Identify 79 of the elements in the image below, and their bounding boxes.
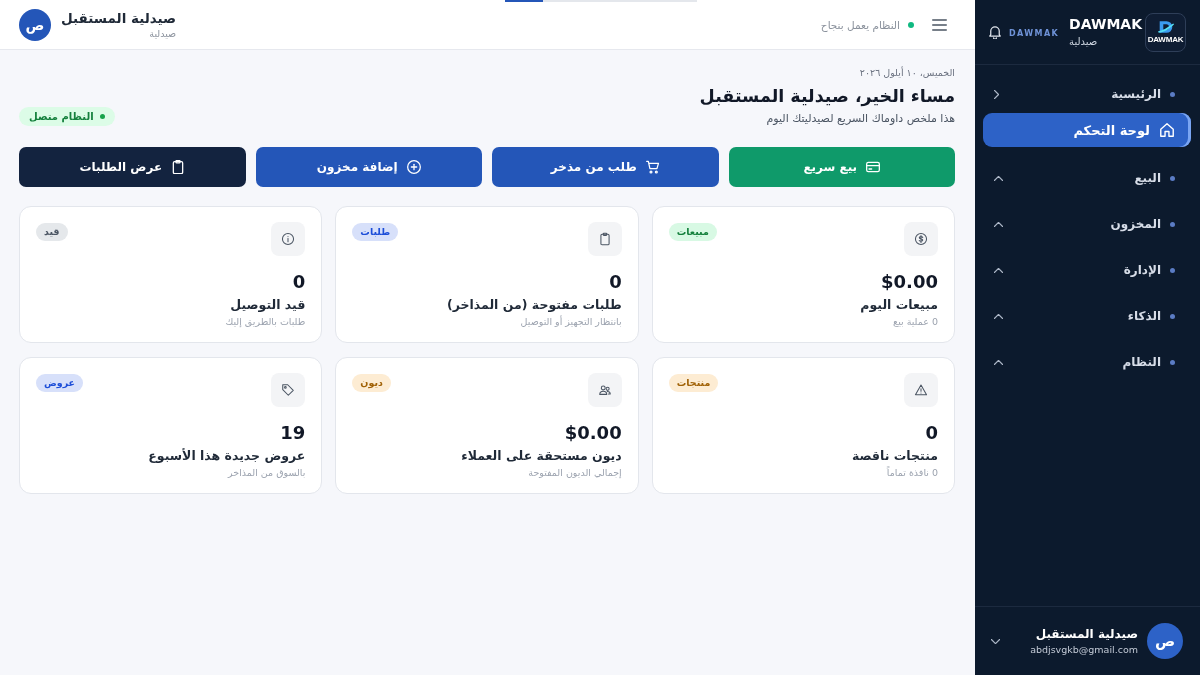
stat-note: طلبات بالطريق إليك: [225, 315, 306, 329]
plus-circle-icon: [406, 160, 421, 174]
logo-text: DAWMAK: [1147, 35, 1184, 44]
cart-icon: [645, 160, 660, 174]
stat-note: بانتظار التجهيز أو التوصيل: [520, 315, 622, 329]
stat-value: 0: [292, 271, 306, 293]
pharmacy-type: صيدلية: [149, 26, 177, 40]
nav-section[interactable]: البيع: [983, 161, 1191, 195]
stat-value: $0.00: [881, 271, 938, 293]
card-category: طلبات: [352, 223, 399, 241]
users-icon: [587, 373, 622, 407]
stat-note: إجمالي الديون المفتوحة: [528, 466, 622, 480]
stat-label: طلبات مفتوحة (من المذاخر): [447, 296, 622, 313]
tag-icon: [271, 373, 306, 407]
greeting-title: مساء الخير، صيدلية المستقبل: [699, 85, 955, 108]
chevron-icon: [994, 175, 1003, 181]
nav-section[interactable]: الإدارة: [983, 253, 1191, 287]
status-chip-label: النظام متصل: [29, 110, 94, 124]
pharmacy-name: صيدلية المستقبل: [61, 9, 177, 27]
user-email: abdjsvgkb@gmail.com: [1030, 642, 1138, 657]
stat-note: 0 نافذة تماماً: [886, 466, 938, 480]
bullet-dot-icon: [1170, 175, 1175, 181]
card-category: منتجات: [668, 374, 719, 392]
nav-item[interactable]: لوحة التحكم: [983, 113, 1191, 147]
status-dot-icon: [99, 114, 105, 119]
action-button[interactable]: طلب من مذخر: [492, 147, 719, 187]
user-avatar: ص: [1147, 623, 1183, 659]
warning-icon: [904, 373, 938, 407]
stat-value: 19: [280, 422, 306, 444]
bullet-dot-icon: [1170, 359, 1175, 365]
stat-value: $0.00: [564, 422, 622, 444]
card-category: ديون: [352, 374, 391, 392]
action-button[interactable]: بيع سريع: [728, 147, 955, 187]
action-button[interactable]: إضافة مخزون: [255, 147, 482, 187]
system-status: النظام يعمل بنجاح: [820, 18, 900, 31]
brand-name: DAWMAK: [1069, 15, 1142, 33]
stat-label: قيد التوصيل: [230, 296, 306, 313]
stat-note: 0 عملية بيع: [893, 315, 938, 329]
stat-value: 0: [925, 422, 938, 444]
pharmacy-avatar: ص: [19, 8, 51, 41]
info-icon: [271, 222, 306, 256]
date-text: الخميس، ١٠ أيلول ٢٠٢٦: [859, 66, 955, 80]
stat-note: بالسوق من المذاخر: [228, 466, 306, 480]
home-icon: [1160, 123, 1174, 137]
card-category: مبيعات: [668, 223, 717, 241]
stat-label: منتجات ناقصة: [851, 447, 938, 464]
bell-icon[interactable]: [989, 25, 1001, 39]
chevron-icon: [994, 359, 1003, 365]
dollar-icon: [904, 222, 938, 256]
bullet-dot-icon: [1170, 91, 1175, 97]
stat-label: عروض جديدة هذا الأسبوع: [148, 447, 306, 464]
brand-tag: DAWMAK: [1009, 28, 1060, 38]
card-category: عروض: [36, 374, 84, 392]
stat-value: 0: [609, 271, 622, 293]
nav-section[interactable]: النظام: [983, 345, 1191, 379]
nav-section[interactable]: المخزون: [983, 207, 1191, 241]
chevron-icon: [994, 221, 1003, 227]
clipboard-icon: [587, 222, 622, 256]
bullet-dot-icon: [1170, 221, 1175, 227]
stat-label: مبيعات اليوم: [860, 296, 938, 313]
action-button[interactable]: عرض الطلبات: [19, 147, 246, 187]
credit-card-icon: [866, 160, 881, 174]
chevron-icon: [994, 313, 1003, 319]
greeting-subtitle: هذا ملخص داوماك السريع لصيدليتك اليوم: [766, 111, 955, 127]
nav-section[interactable]: الذكاء: [983, 299, 1191, 333]
card-category: قيد: [36, 223, 68, 241]
clipboard-icon: [171, 160, 186, 174]
nav-section[interactable]: الرئيسية: [983, 77, 1191, 111]
brand-subtitle: صيدلية: [1069, 35, 1098, 49]
stat-label: ديون مستحقة على العملاء: [461, 447, 622, 464]
bullet-dot-icon: [1170, 267, 1175, 273]
chevron-icon: [994, 89, 999, 99]
logo-mark-icon: [1156, 20, 1175, 34]
status-dot-icon: [908, 21, 914, 28]
chevron-icon: [994, 267, 1003, 273]
chevron-down-icon[interactable]: [991, 638, 1000, 644]
bullet-dot-icon: [1170, 313, 1175, 319]
menu-icon[interactable]: [932, 18, 947, 31]
user-name: صيدلية المستقبل: [1035, 625, 1138, 642]
